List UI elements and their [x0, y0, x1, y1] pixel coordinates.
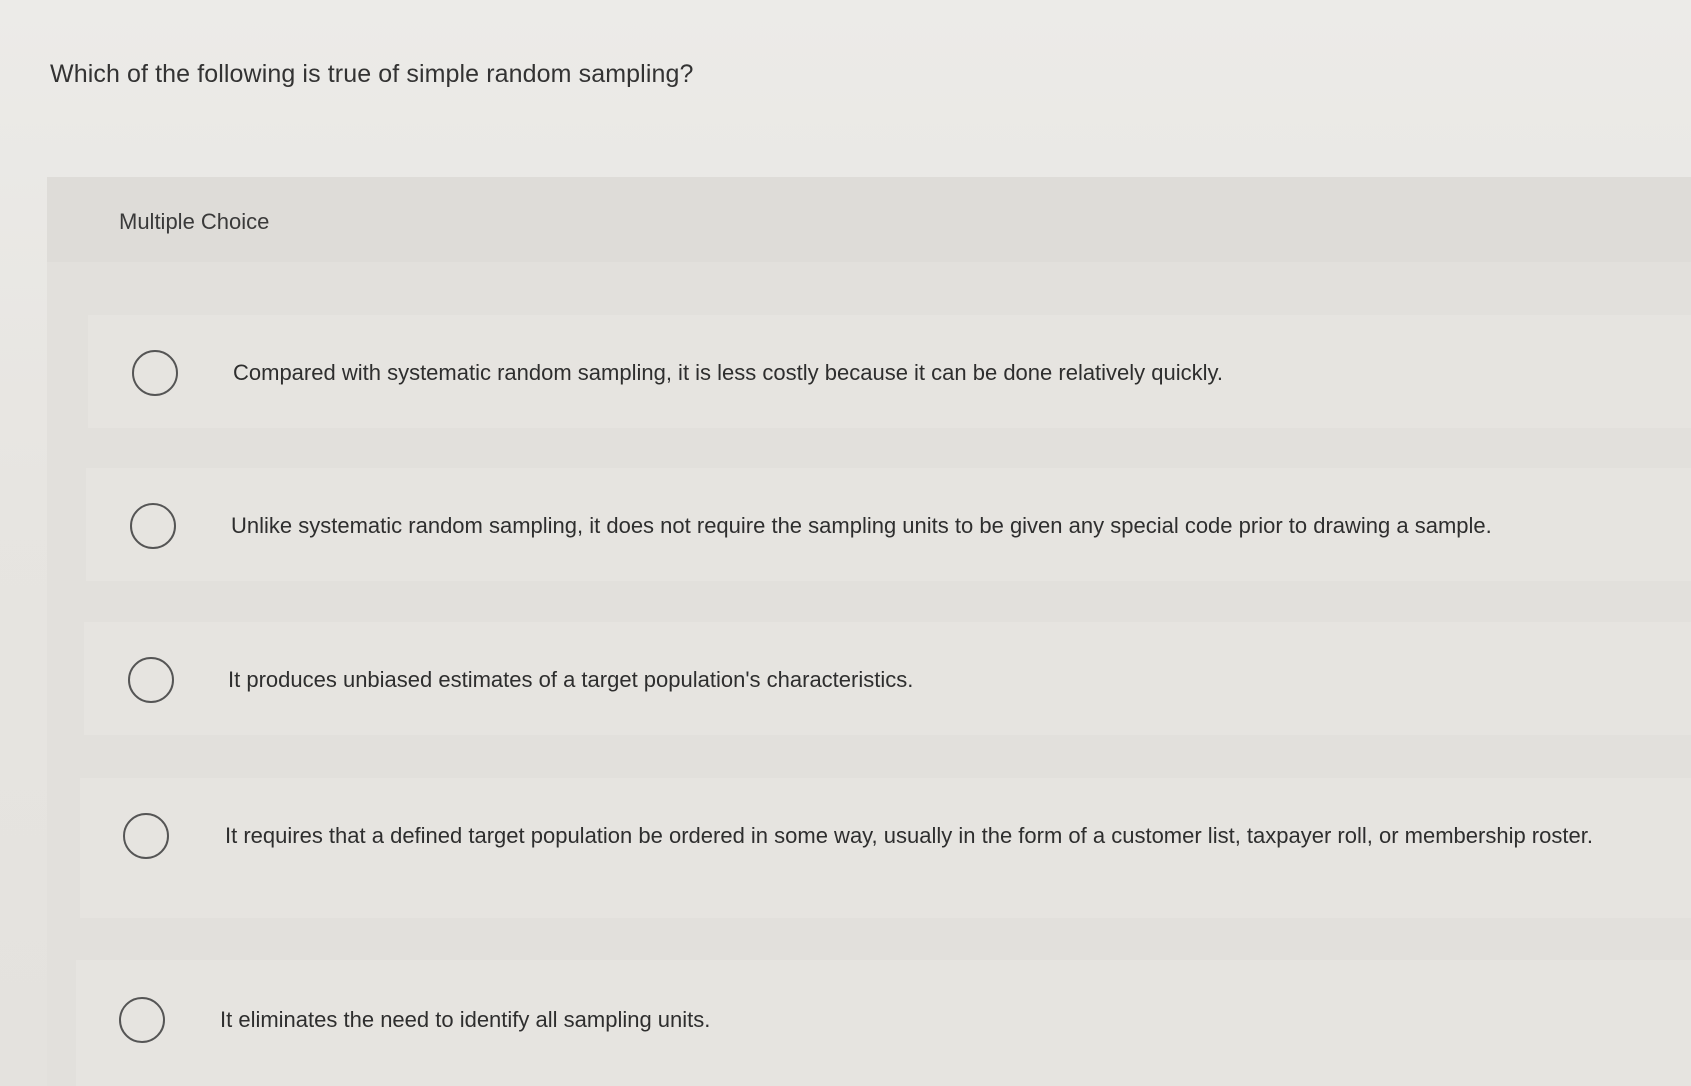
- question-text: Which of the following is true of simple…: [50, 60, 694, 88]
- answer-option-1-label: Compared with systematic random sampling…: [233, 360, 1224, 385]
- multiple-choice-label: Multiple Choice: [119, 209, 270, 234]
- answer-option-5[interactable]: It eliminates the need to identify all s…: [76, 960, 1691, 1086]
- radio-button-4[interactable]: [123, 813, 169, 859]
- multiple-choice-header: Multiple Choice: [47, 177, 1691, 262]
- radio-button-2[interactable]: [130, 503, 176, 549]
- answer-option-3[interactable]: It produces unbiased estimates of a targ…: [84, 622, 1691, 735]
- page: Which of the following is true of simple…: [0, 0, 1691, 1086]
- radio-button-3[interactable]: [128, 657, 174, 703]
- answer-option-2[interactable]: Unlike systematic random sampling, it do…: [86, 468, 1691, 581]
- answer-option-2-label: Unlike systematic random sampling, it do…: [231, 513, 1492, 538]
- answer-option-4-label: It requires that a defined target popula…: [225, 823, 1593, 848]
- answer-option-1[interactable]: Compared with systematic random sampling…: [88, 315, 1691, 428]
- answer-option-3-label: It produces unbiased estimates of a targ…: [228, 667, 914, 692]
- answer-option-5-label: It eliminates the need to identify all s…: [220, 1007, 711, 1032]
- radio-button-5[interactable]: [119, 997, 165, 1043]
- radio-button-1[interactable]: [132, 350, 178, 396]
- answer-option-4[interactable]: It requires that a defined target popula…: [80, 778, 1691, 918]
